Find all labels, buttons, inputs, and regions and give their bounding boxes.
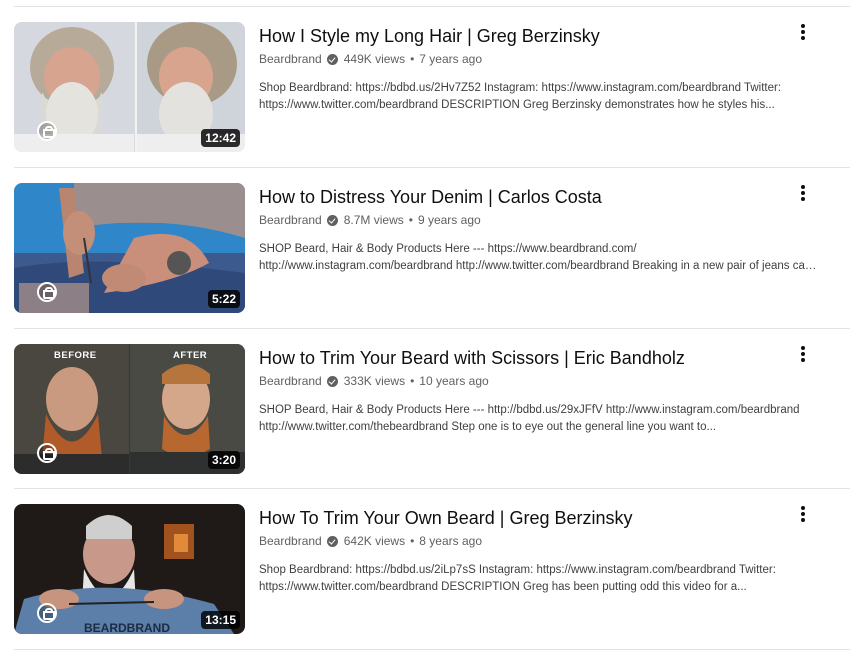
channel-name[interactable]: Beardbrand bbox=[259, 373, 322, 389]
separator-dot: • bbox=[410, 534, 415, 548]
video-info: How to Distress Your Denim | Carlos Cost… bbox=[259, 185, 819, 275]
shopping-bag-icon bbox=[37, 282, 57, 302]
video-duration: 3:20 bbox=[207, 451, 240, 469]
description-line: SHOP Beard, Hair & Body Products Here --… bbox=[259, 404, 800, 416]
video-title[interactable]: How to Trim Your Beard with Scissors | E… bbox=[259, 346, 819, 370]
video-info: How I Style my Long Hair | Greg Berzinsk… bbox=[259, 24, 819, 114]
channel-name[interactable]: Beardbrand bbox=[259, 51, 322, 67]
video-duration: 12:42 bbox=[201, 129, 240, 147]
video-info: How to Trim Your Beard with Scissors | E… bbox=[259, 346, 819, 436]
more-options-icon[interactable] bbox=[797, 22, 809, 42]
more-options-icon[interactable] bbox=[797, 344, 809, 364]
video-meta: Beardbrand 8.7M views • 9 years ago bbox=[259, 212, 819, 228]
description-line: http://www.instagram.com/beardbrand http… bbox=[259, 260, 819, 272]
channel-name[interactable]: Beardbrand bbox=[259, 212, 322, 228]
divider bbox=[14, 488, 850, 489]
description-line: SHOP Beard, Hair & Body Products Here --… bbox=[259, 243, 637, 255]
video-thumbnail[interactable]: BEARDBRAND 13:15 bbox=[14, 504, 245, 634]
divider bbox=[14, 167, 850, 168]
upload-age: 9 years ago bbox=[417, 213, 481, 227]
video-meta: Beardbrand 642K views • 8 years ago bbox=[259, 533, 819, 549]
view-count: 642K views bbox=[343, 534, 406, 548]
video-title[interactable]: How To Trim Your Own Beard | Greg Berzin… bbox=[259, 506, 819, 530]
verified-badge-icon bbox=[326, 535, 338, 547]
video-thumbnail[interactable]: BEFORE AFTER 3:20 bbox=[14, 344, 245, 474]
view-count: 333K views bbox=[343, 374, 406, 388]
description-line: https://www.twitter.com/beardbrand DESCR… bbox=[259, 581, 747, 593]
description-line: Shop Beardbrand: https://bdbd.us/2Hv7Z52… bbox=[259, 82, 782, 94]
description-line: Shop Beardbrand: https://bdbd.us/2iLp7sS… bbox=[259, 564, 776, 576]
verified-badge-icon bbox=[326, 375, 338, 387]
before-label: BEFORE bbox=[54, 350, 97, 361]
shopping-bag-icon bbox=[37, 121, 57, 141]
separator-dot: • bbox=[410, 52, 415, 66]
divider bbox=[14, 328, 850, 329]
verified-badge-icon bbox=[326, 53, 338, 65]
video-duration: 13:15 bbox=[201, 611, 240, 629]
after-label: AFTER bbox=[173, 350, 208, 361]
channel-name[interactable]: Beardbrand bbox=[259, 533, 322, 549]
video-description: Shop Beardbrand: https://bdbd.us/2iLp7sS… bbox=[259, 562, 819, 596]
video-description: Shop Beardbrand: https://bdbd.us/2Hv7Z52… bbox=[259, 80, 819, 114]
video-row[interactable]: BEARDBRAND 13:15 How To Trim Your Own Be… bbox=[14, 504, 850, 636]
video-meta: Beardbrand 333K views • 10 years ago bbox=[259, 373, 819, 389]
video-thumbnail[interactable]: 5:22 bbox=[14, 183, 245, 313]
video-thumbnail[interactable]: 12:42 bbox=[14, 22, 245, 152]
view-count: 8.7M views bbox=[343, 213, 404, 227]
more-options-icon[interactable] bbox=[797, 183, 809, 203]
video-row[interactable]: 5:22 How to Distress Your Denim | Carlos… bbox=[14, 183, 850, 315]
upload-age: 7 years ago bbox=[419, 52, 483, 66]
separator-dot: • bbox=[408, 213, 413, 227]
upload-age: 10 years ago bbox=[419, 374, 489, 388]
video-row[interactable]: BEFORE AFTER 3:20 How to Trim Your Beard… bbox=[14, 344, 850, 476]
shirt-text: BEARDBRAND bbox=[84, 621, 170, 634]
description-line: https://www.twitter.com/beardbrand DESCR… bbox=[259, 99, 775, 111]
upload-age: 8 years ago bbox=[419, 534, 483, 548]
shopping-bag-icon bbox=[37, 603, 57, 623]
description-line: http://www.twitter.com/thebeardbrand Ste… bbox=[259, 421, 717, 433]
video-info: How To Trim Your Own Beard | Greg Berzin… bbox=[259, 506, 819, 596]
separator-dot: • bbox=[410, 374, 415, 388]
video-description: SHOP Beard, Hair & Body Products Here --… bbox=[259, 241, 819, 275]
shopping-bag-icon bbox=[37, 443, 57, 463]
video-duration: 5:22 bbox=[207, 290, 240, 308]
video-row[interactable]: 12:42 How I Style my Long Hair | Greg Be… bbox=[14, 22, 850, 154]
view-count: 449K views bbox=[343, 52, 406, 66]
video-title[interactable]: How to Distress Your Denim | Carlos Cost… bbox=[259, 185, 819, 209]
video-description: SHOP Beard, Hair & Body Products Here --… bbox=[259, 402, 819, 436]
video-title[interactable]: How I Style my Long Hair | Greg Berzinsk… bbox=[259, 24, 819, 48]
video-meta: Beardbrand 449K views • 7 years ago bbox=[259, 51, 819, 67]
divider bbox=[14, 6, 850, 7]
more-options-icon[interactable] bbox=[797, 504, 809, 524]
verified-badge-icon bbox=[326, 214, 338, 226]
